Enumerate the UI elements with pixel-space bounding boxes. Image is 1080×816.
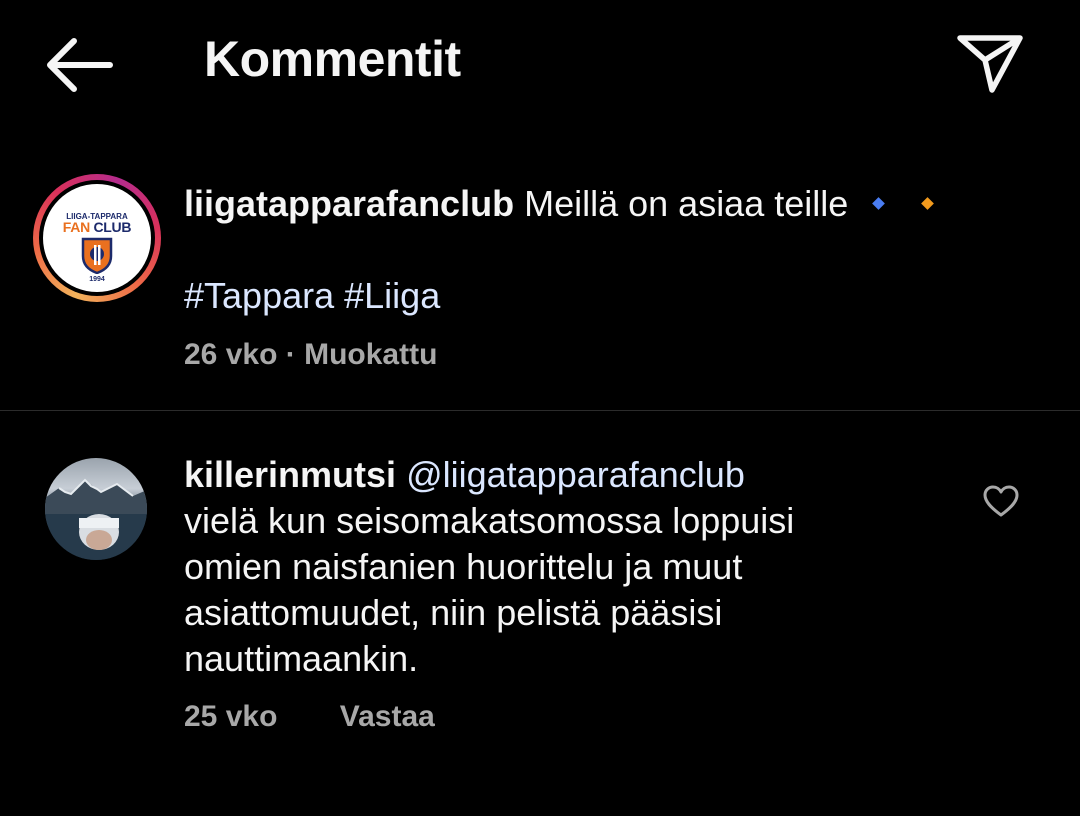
- caption-text-line: liigatapparafanclub Meillä on asiaa teil…: [184, 182, 935, 226]
- comment-time: 25 vko: [184, 700, 278, 733]
- mention-link[interactable]: @liigatapparafanclub: [406, 454, 745, 495]
- page-title: Kommentit: [204, 31, 461, 87]
- caption-text: Meillä on asiaa teille: [524, 183, 849, 224]
- caption-author-avatar[interactable]: LIIGA-TAPPARA FAN CLUB 1994: [33, 174, 161, 302]
- shield-icon: [81, 237, 113, 274]
- edited-label: Muokattu: [304, 338, 438, 371]
- hashtag-link[interactable]: #Liiga: [344, 275, 440, 316]
- comment-meta: 25 vko Vastaa: [184, 700, 435, 734]
- hashtag-link[interactable]: #Tappara: [184, 275, 334, 316]
- blue-diamond-icon: [872, 197, 886, 210]
- share-button[interactable]: [952, 30, 1028, 96]
- heart-outline-icon: [983, 485, 1019, 517]
- comment-username[interactable]: killerinmutsi: [184, 454, 396, 495]
- paper-plane-icon: [957, 35, 1023, 93]
- caption-meta: 26 vko · Muokattu: [184, 338, 437, 372]
- caption-hashtags: #Tappara #Liiga: [184, 274, 440, 318]
- caption-time: 26 vko: [184, 338, 278, 371]
- comment-line: vielä kun seisomakatsomossa loppuisi: [184, 500, 795, 541]
- caption-username[interactable]: liigatapparafanclub: [184, 183, 514, 224]
- orange-diamond-icon: [921, 197, 935, 210]
- meta-separator: ·: [285, 338, 296, 371]
- comment-line: nauttimaankin.: [184, 638, 419, 679]
- comment-header: killerinmutsi @liigatapparafanclub: [184, 452, 745, 498]
- top-bar: Kommentit: [0, 0, 1080, 130]
- comment-line: omien naisfanien huorittelu ja muut: [184, 546, 743, 587]
- back-button[interactable]: [40, 34, 118, 96]
- profile-photo: [45, 478, 147, 560]
- arrow-left-icon: [47, 38, 113, 92]
- reply-button[interactable]: Vastaa: [340, 700, 435, 733]
- divider: [0, 410, 1080, 411]
- like-button[interactable]: [982, 484, 1020, 518]
- comment-line: asiattomuudet, niin pelistä pääsisi: [184, 592, 723, 633]
- comment-author-avatar[interactable]: [45, 458, 147, 560]
- comment-text: vielä kun seisomakatsomossa loppuisi omi…: [184, 498, 944, 682]
- fan-club-logo: LIIGA-TAPPARA FAN CLUB 1994: [43, 184, 151, 292]
